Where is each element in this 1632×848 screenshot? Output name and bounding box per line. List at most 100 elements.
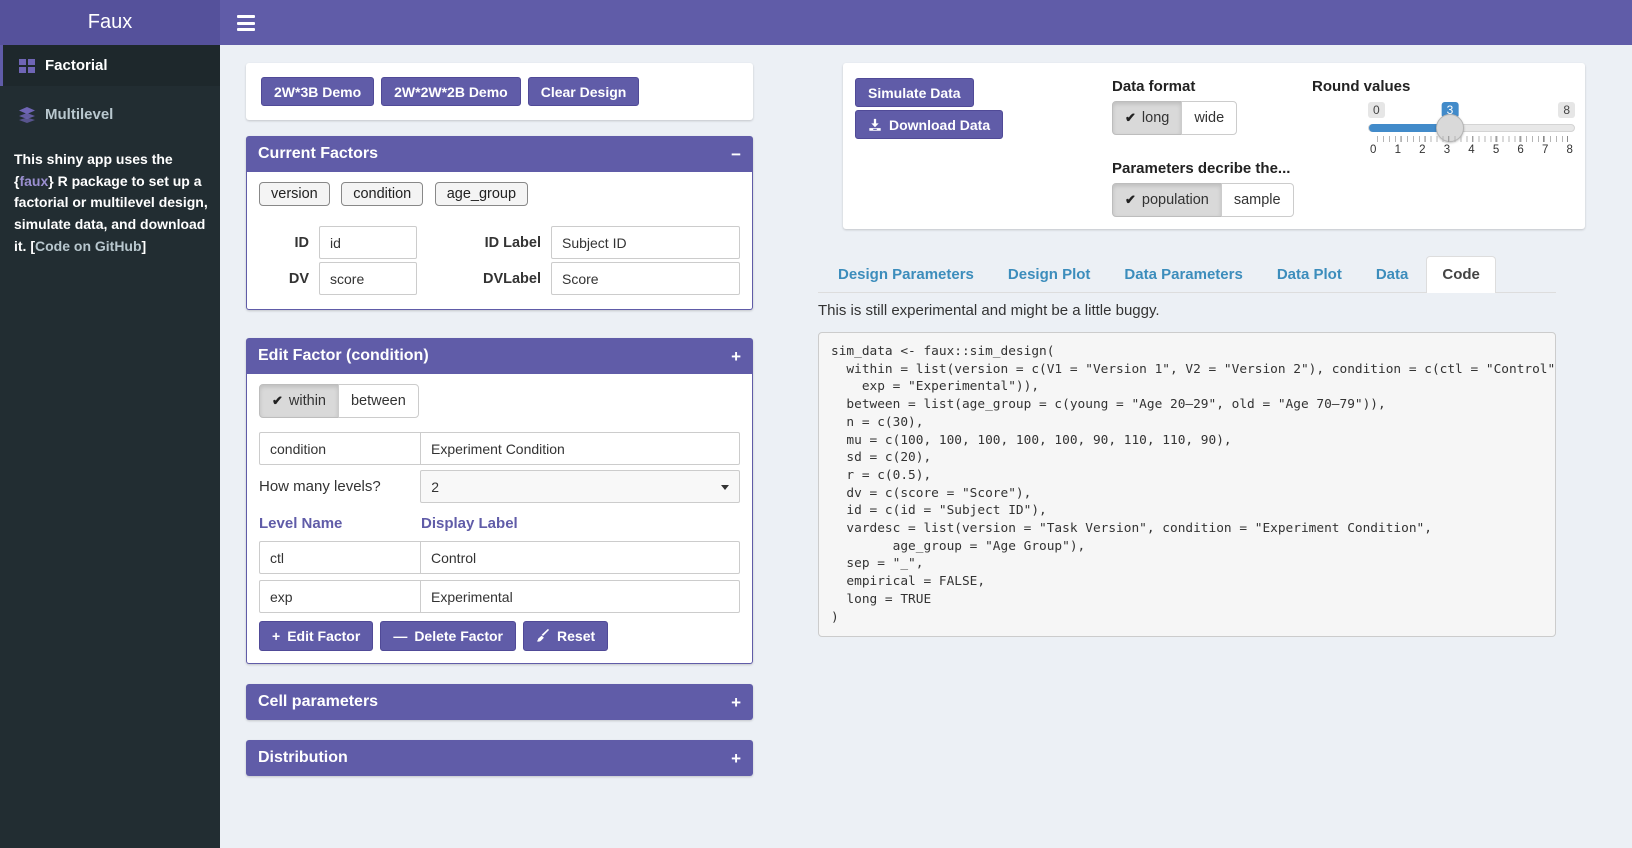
levels-question-label: How many levels? bbox=[259, 478, 420, 495]
cell-parameters-header[interactable]: Cell parameters + bbox=[246, 684, 753, 720]
github-link[interactable]: Code on GitHub bbox=[35, 238, 142, 254]
collapse-plus-icon[interactable]: + bbox=[731, 694, 741, 711]
edit-factor-buttons: + Edit Factor — Delete Factor Reset bbox=[259, 621, 740, 651]
level-name-field[interactable] bbox=[259, 541, 421, 574]
factor-display-field[interactable] bbox=[420, 432, 740, 465]
clear-design-button[interactable]: Clear Design bbox=[528, 77, 640, 106]
caret-down-icon bbox=[721, 485, 729, 490]
tab-code[interactable]: Code bbox=[1426, 256, 1496, 293]
tick-label: 8 bbox=[1567, 144, 1573, 156]
factor-name-row bbox=[259, 432, 740, 465]
option-label: within bbox=[289, 393, 326, 409]
sample-option[interactable]: sample bbox=[1221, 183, 1294, 217]
simulate-actions: Simulate Data Download Data bbox=[855, 78, 1003, 139]
edit-factor-header[interactable]: Edit Factor (condition) + bbox=[246, 338, 753, 374]
tab-data-parameters[interactable]: Data Parameters bbox=[1108, 256, 1258, 292]
delete-factor-button[interactable]: — Delete Factor bbox=[380, 621, 516, 651]
data-format-label: Data format bbox=[1112, 78, 1294, 95]
description-text: ] bbox=[142, 238, 147, 254]
slider-track[interactable] bbox=[1368, 124, 1575, 132]
tab-design-plot[interactable]: Design Plot bbox=[992, 256, 1107, 292]
levels-count-select[interactable]: 2 bbox=[420, 470, 740, 503]
factor-tags: version condition age_group bbox=[259, 182, 740, 206]
top-navbar: Faux bbox=[0, 0, 1632, 45]
tab-data[interactable]: Data bbox=[1360, 256, 1425, 292]
sidebar-item-label: Multilevel bbox=[45, 106, 113, 123]
factor-name-field[interactable] bbox=[259, 432, 421, 465]
tick-label: 2 bbox=[1419, 144, 1425, 156]
id-dv-form: ID ID Label DV DVLabel bbox=[259, 226, 740, 295]
box-title: Edit Factor (condition) bbox=[258, 347, 429, 365]
between-option[interactable]: between bbox=[338, 384, 419, 418]
app-title: Faux bbox=[88, 11, 132, 34]
long-option[interactable]: ✔ long bbox=[1112, 101, 1182, 135]
level-label-field[interactable] bbox=[420, 580, 740, 613]
tick-label: 4 bbox=[1468, 144, 1474, 156]
box-title: Current Factors bbox=[258, 145, 378, 163]
current-factors-body: version condition age_group ID ID Label … bbox=[246, 172, 753, 310]
reset-button[interactable]: Reset bbox=[523, 621, 608, 651]
cell-parameters-box: Cell parameters + bbox=[246, 684, 753, 720]
sidebar-item-factorial[interactable]: Factorial bbox=[0, 45, 220, 86]
app-logo[interactable]: Faux bbox=[0, 0, 220, 45]
dv-field[interactable] bbox=[319, 262, 417, 295]
parameters-describe-toggle: ✔ population sample bbox=[1112, 183, 1294, 217]
slider-max-badge: 8 bbox=[1558, 102, 1575, 118]
demo-2w3b-button[interactable]: 2W*3B Demo bbox=[261, 77, 374, 106]
tick-label: 7 bbox=[1542, 144, 1548, 156]
level-name-field[interactable] bbox=[259, 580, 421, 613]
level-row bbox=[259, 541, 740, 574]
tab-data-plot[interactable]: Data Plot bbox=[1261, 256, 1358, 292]
option-label: sample bbox=[1234, 192, 1281, 208]
dv-label-field[interactable] bbox=[551, 262, 740, 295]
sidebar-item-label: Factorial bbox=[45, 57, 108, 74]
layers-icon bbox=[18, 107, 36, 123]
id-label-field[interactable] bbox=[551, 226, 740, 259]
sidebar: Factorial Multilevel This shiny app uses… bbox=[0, 45, 220, 848]
collapse-minus-icon[interactable]: − bbox=[731, 146, 741, 163]
wide-option[interactable]: wide bbox=[1181, 101, 1237, 135]
faux-package-link[interactable]: faux bbox=[19, 173, 48, 189]
edit-factor-button[interactable]: + Edit Factor bbox=[259, 621, 373, 651]
sidebar-description: This shiny app uses the {faux} R package… bbox=[0, 135, 220, 257]
id-label: ID bbox=[259, 235, 311, 251]
factor-tag-condition[interactable]: condition bbox=[341, 182, 423, 206]
within-option[interactable]: ✔ within bbox=[259, 384, 339, 418]
button-label: Download Data bbox=[889, 117, 990, 133]
sidebar-item-multilevel[interactable]: Multilevel bbox=[0, 94, 220, 135]
demo-2w2w2b-button[interactable]: 2W*2W*2B Demo bbox=[381, 77, 521, 106]
option-label: wide bbox=[1194, 110, 1224, 126]
edit-factor-body: ✔ within between How many levels? 2 bbox=[246, 374, 753, 664]
population-option[interactable]: ✔ population bbox=[1112, 183, 1222, 217]
hamburger-icon[interactable] bbox=[233, 12, 259, 34]
id-label-label: ID Label bbox=[425, 235, 543, 251]
data-format-toggle: ✔ long wide bbox=[1112, 101, 1237, 135]
option-label: long bbox=[1142, 110, 1169, 126]
simulate-card: Simulate Data Download Data Data format … bbox=[843, 63, 1585, 229]
id-field[interactable] bbox=[319, 226, 417, 259]
download-data-button[interactable]: Download Data bbox=[855, 110, 1003, 139]
box-title: Cell parameters bbox=[258, 693, 378, 711]
slider-min-badge: 0 bbox=[1368, 102, 1385, 118]
collapse-plus-icon[interactable]: + bbox=[731, 750, 741, 767]
tab-design-parameters[interactable]: Design Parameters bbox=[822, 256, 990, 292]
minus-icon: — bbox=[393, 628, 407, 644]
design-column: 2W*3B Demo 2W*2W*2B Demo Clear Design Cu… bbox=[246, 63, 753, 776]
results-panel: Design Parameters Design Plot Data Param… bbox=[818, 254, 1556, 650]
round-values-label: Round values bbox=[1312, 78, 1410, 95]
levels-count-row: How many levels? 2 bbox=[259, 470, 740, 503]
download-icon bbox=[868, 118, 882, 132]
check-icon: ✔ bbox=[1125, 192, 1136, 208]
simulate-data-button[interactable]: Simulate Data bbox=[855, 78, 974, 107]
check-icon: ✔ bbox=[1125, 110, 1136, 126]
code-block: sim_data <- faux::sim_design( within = l… bbox=[818, 332, 1556, 637]
level-label-field[interactable] bbox=[420, 541, 740, 574]
plus-icon: + bbox=[272, 628, 280, 644]
level-table-headers: Level Name Display Label bbox=[259, 515, 740, 532]
current-factors-header[interactable]: Current Factors − bbox=[246, 136, 753, 172]
factor-tag-version[interactable]: version bbox=[259, 182, 330, 206]
slider-tick-labels: 0 1 2 3 4 5 6 7 8 bbox=[1370, 144, 1573, 156]
distribution-header[interactable]: Distribution + bbox=[246, 740, 753, 776]
factor-tag-age-group[interactable]: age_group bbox=[435, 182, 528, 206]
collapse-plus-icon[interactable]: + bbox=[731, 348, 741, 365]
